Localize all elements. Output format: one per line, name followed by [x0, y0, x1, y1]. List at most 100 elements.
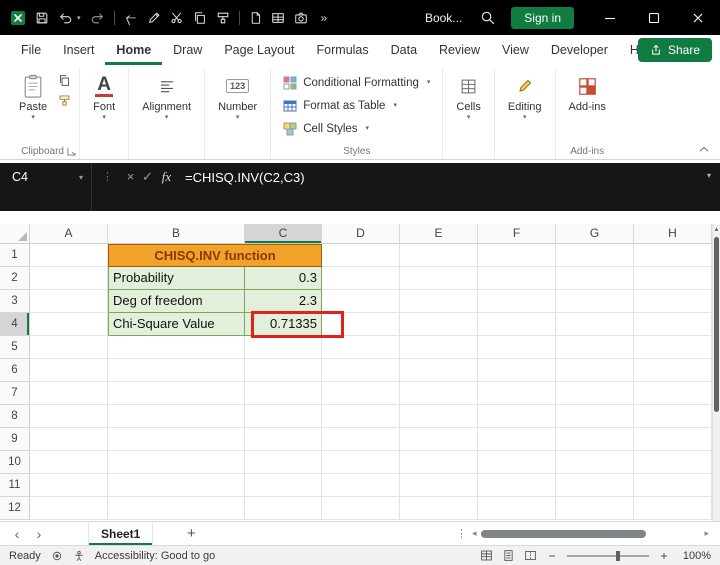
cell-B6[interactable]: [108, 359, 245, 382]
cell-E6[interactable]: [400, 359, 478, 382]
minimize-button[interactable]: [588, 0, 632, 35]
font-button[interactable]: A Font ▾: [88, 69, 120, 122]
cell-E12[interactable]: [400, 497, 478, 520]
tab-review[interactable]: Review: [428, 35, 491, 65]
cell-H5[interactable]: [634, 336, 712, 359]
cell-F5[interactable]: [478, 336, 556, 359]
number-button[interactable]: 123 Number ▾: [213, 69, 262, 122]
cell-B11[interactable]: [108, 474, 245, 497]
row-header-6[interactable]: 6: [0, 359, 30, 382]
cell-B4[interactable]: Chi-Square Value: [108, 313, 245, 336]
cell-B2[interactable]: Probability: [108, 267, 245, 290]
tab-page-layout[interactable]: Page Layout: [213, 35, 305, 65]
cell-F2[interactable]: [478, 267, 556, 290]
tab-data[interactable]: Data: [380, 35, 428, 65]
enter-entry-icon[interactable]: ✓: [139, 169, 156, 185]
cell-B7[interactable]: [108, 382, 245, 405]
cell-D6[interactable]: [322, 359, 400, 382]
horizontal-scrollbar[interactable]: [481, 529, 699, 539]
cell-H4[interactable]: [634, 313, 712, 336]
new-file-button[interactable]: [249, 11, 262, 25]
cell-D7[interactable]: [322, 382, 400, 405]
cell-B8[interactable]: [108, 405, 245, 428]
cell-E8[interactable]: [400, 405, 478, 428]
cell-E10[interactable]: [400, 451, 478, 474]
column-header-E[interactable]: E: [400, 224, 478, 244]
formula-input[interactable]: =CHISQ.INV(C2,C3): [175, 170, 703, 185]
cell-E11[interactable]: [400, 474, 478, 497]
row-header-2[interactable]: 2: [0, 267, 30, 290]
row-header-1[interactable]: 1: [0, 244, 30, 267]
cell-A7[interactable]: [30, 382, 108, 405]
zoom-percentage[interactable]: 100%: [679, 550, 711, 562]
tab-developer[interactable]: Developer: [540, 35, 619, 65]
tab-home[interactable]: Home: [105, 35, 162, 65]
column-header-C[interactable]: C: [245, 224, 322, 244]
tab-draw[interactable]: Draw: [162, 35, 213, 65]
signin-button[interactable]: Sign in: [511, 6, 574, 29]
cell-G10[interactable]: [556, 451, 634, 474]
select-all-button[interactable]: [0, 224, 30, 244]
cell-H12[interactable]: [634, 497, 712, 520]
cell-H1[interactable]: [634, 244, 712, 267]
addins-button[interactable]: Add-ins: [564, 69, 611, 113]
row-header-12[interactable]: 12: [0, 497, 30, 520]
editing-button[interactable]: Editing ▾: [503, 69, 547, 122]
row-header-3[interactable]: 3: [0, 290, 30, 313]
cell-D8[interactable]: [322, 405, 400, 428]
cell-C12[interactable]: [245, 497, 322, 520]
row-header-7[interactable]: 7: [0, 382, 30, 405]
cell-D1[interactable]: [322, 244, 400, 267]
column-header-G[interactable]: G: [556, 224, 634, 244]
column-header-D[interactable]: D: [322, 224, 400, 244]
qat-overflow-icon[interactable]: »: [321, 11, 328, 25]
status-mode[interactable]: Ready: [9, 550, 41, 562]
page-break-view-button[interactable]: [524, 549, 537, 562]
cell-F4[interactable]: [478, 313, 556, 336]
name-box-dropdown-icon[interactable]: ▾: [79, 173, 83, 182]
undo-button[interactable]: [58, 11, 73, 25]
cell-C7[interactable]: [245, 382, 322, 405]
cell-F10[interactable]: [478, 451, 556, 474]
cell-B9[interactable]: [108, 428, 245, 451]
macro-record-icon[interactable]: [51, 550, 63, 562]
cell-G8[interactable]: [556, 405, 634, 428]
tab-file[interactable]: File: [10, 35, 52, 65]
cell-B3[interactable]: Deg of freedom: [108, 290, 245, 313]
cell-A1[interactable]: [30, 244, 108, 267]
column-header-A[interactable]: A: [30, 224, 108, 244]
conditional-formatting-button[interactable]: Conditional Formatting ▾: [279, 73, 434, 93]
cells-button[interactable]: Cells ▾: [451, 69, 485, 122]
cell-B5[interactable]: [108, 336, 245, 359]
pen-button[interactable]: [147, 11, 161, 25]
alignment-button[interactable]: Alignment ▾: [137, 69, 196, 122]
expand-formula-bar-icon[interactable]: ▾: [707, 171, 711, 180]
cell-H3[interactable]: [634, 290, 712, 313]
cell-C9[interactable]: [245, 428, 322, 451]
tab-insert[interactable]: Insert: [52, 35, 105, 65]
cell-G4[interactable]: [556, 313, 634, 336]
cell-A10[interactable]: [30, 451, 108, 474]
tabbar-handle-icon[interactable]: ⋮: [456, 527, 467, 540]
cell-A6[interactable]: [30, 359, 108, 382]
cell-E1[interactable]: [400, 244, 478, 267]
cell-E3[interactable]: [400, 290, 478, 313]
sheet-prev-button[interactable]: ‹: [6, 526, 28, 542]
cell-F12[interactable]: [478, 497, 556, 520]
vertical-scroll-thumb[interactable]: [714, 237, 719, 412]
paste-button[interactable]: Paste ▾: [14, 69, 52, 122]
cell-G12[interactable]: [556, 497, 634, 520]
cell-E2[interactable]: [400, 267, 478, 290]
cell-C2[interactable]: 0.3: [245, 267, 322, 290]
cell-H10[interactable]: [634, 451, 712, 474]
cell-F8[interactable]: [478, 405, 556, 428]
cell-F6[interactable]: [478, 359, 556, 382]
cancel-entry-icon[interactable]: ×: [122, 169, 139, 184]
row-header-5[interactable]: 5: [0, 336, 30, 359]
normal-view-button[interactable]: [480, 549, 493, 562]
cell-E4[interactable]: [400, 313, 478, 336]
cell-C8[interactable]: [245, 405, 322, 428]
cell-A12[interactable]: [30, 497, 108, 520]
tab-formulas[interactable]: Formulas: [306, 35, 380, 65]
cell-E7[interactable]: [400, 382, 478, 405]
